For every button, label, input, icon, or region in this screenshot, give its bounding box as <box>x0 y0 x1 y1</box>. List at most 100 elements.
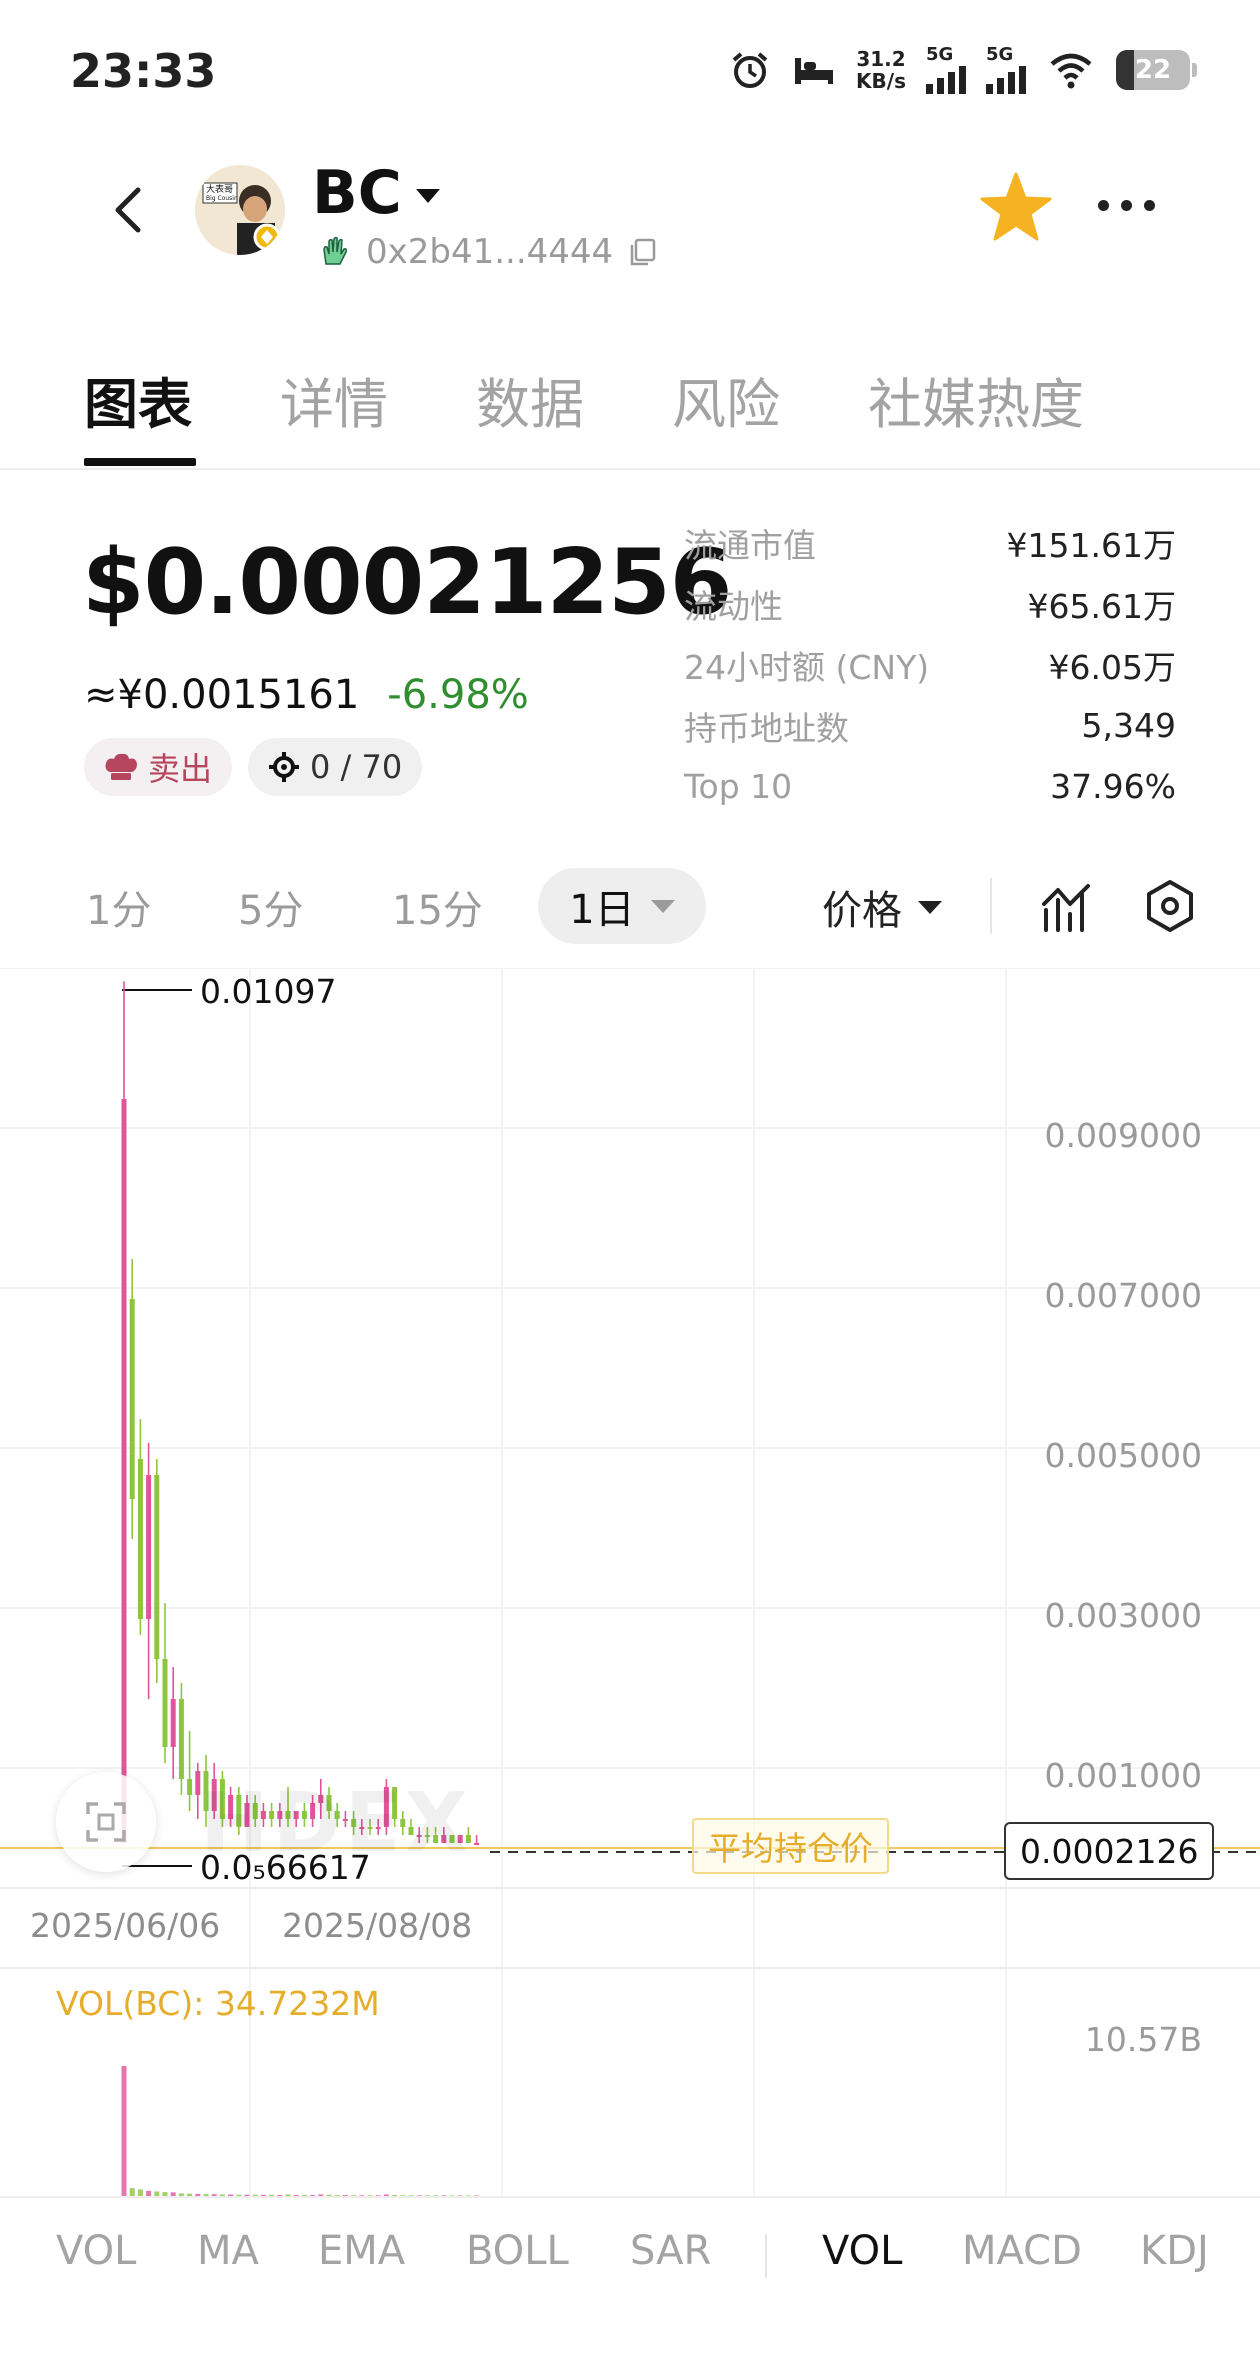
sub-indicator-vol[interactable]: VOL <box>822 2228 902 2274</box>
pill-row: 卖出 0 / 70 <box>84 738 423 796</box>
candle-body <box>474 1843 480 1845</box>
wifi-icon <box>1050 53 1092 89</box>
token-avatar[interactable]: 大表哥 Big Cousin <box>195 165 285 255</box>
net-speed-unit: KB/s <box>856 69 906 93</box>
count-label: 0 / 70 <box>310 748 403 786</box>
y-axis-label: 0.009000 <box>1044 1116 1202 1155</box>
price-type-selector[interactable]: 价格 <box>822 878 942 936</box>
stats-panel: 流通市值 ¥151.61万 流动性 ¥65.61万 24小时额 (CNY) ¥6.05… <box>684 512 1176 817</box>
token-address: 0x2b41...4444 <box>366 232 614 272</box>
signal-sim2: 5G <box>986 46 1026 94</box>
volume-axis-max: 10.57B <box>1084 2020 1202 2059</box>
indicator-sar[interactable]: SAR <box>630 2228 711 2274</box>
stat-label: 流动性 <box>684 586 783 626</box>
tab-chart[interactable]: 图表 <box>84 360 192 439</box>
stat-label: 持币地址数 <box>684 708 849 748</box>
indicator-ema[interactable]: EMA <box>318 2228 405 2274</box>
price-usd: $0.00021256 <box>82 530 732 635</box>
candle-body <box>187 1779 193 1795</box>
stat-value: 5,349 <box>1081 706 1176 745</box>
timeframe-selected-dropdown[interactable]: 1日 <box>538 868 706 944</box>
price-sub-row: ≈¥0.0015161 -6.98% <box>84 672 529 718</box>
stat-value: ¥65.61万 <box>1027 586 1176 626</box>
battery-icon: 22 <box>1116 50 1197 90</box>
volume-bar <box>121 2066 127 2196</box>
stat-label: 24小时额 (CNY) <box>684 647 930 687</box>
price-type-label: 价格 <box>822 888 902 934</box>
svg-text:大表哥: 大表哥 <box>206 183 233 195</box>
tab-social[interactable]: 社媒热度 <box>868 360 1084 439</box>
net-speed-value: 31.2 <box>856 47 906 71</box>
x-axis-label: 2025/06/06 <box>30 1906 221 1945</box>
tab-data[interactable]: 数据 <box>476 360 584 439</box>
sell-pill[interactable]: 卖出 <box>84 738 233 796</box>
chef-hat-icon <box>105 753 137 780</box>
svg-text:Big Cousin: Big Cousin <box>206 195 238 202</box>
stat-label: Top 10 <box>684 767 793 806</box>
y-axis-label: 0.007000 <box>1044 1276 1202 1315</box>
star-icon[interactable] <box>978 170 1054 246</box>
chevron-down-icon <box>650 899 675 913</box>
status-icons: 31.2 KB/s 5G 5G 22 <box>728 46 1197 94</box>
settings-hexagon-icon[interactable] <box>1142 878 1198 934</box>
price-chart[interactable]: 0.009000 0.007000 0.005000 0.003000 0.00… <box>0 968 1260 2198</box>
tab-risk[interactable]: 风险 <box>672 360 780 439</box>
indicator-ma[interactable]: MA <box>197 2228 259 2274</box>
stat-value: ¥6.05万 <box>1048 647 1176 687</box>
candle-body <box>137 1459 143 1619</box>
back-icon[interactable] <box>100 180 160 240</box>
candle-body <box>154 1475 160 1659</box>
status-time: 23:33 <box>70 44 217 98</box>
sell-label: 卖出 <box>148 750 213 788</box>
more-icon[interactable] <box>1098 190 1168 220</box>
y-axis-label: 0.003000 <box>1044 1596 1202 1635</box>
timeframe-1m[interactable]: 1分 <box>86 878 151 936</box>
y-axis-label: 0.005000 <box>1044 1436 1202 1475</box>
candle-body <box>162 1659 168 1747</box>
timeframe-bar: 1分 5分 15分 1日 价格 <box>0 860 1260 950</box>
indicator-chart-icon[interactable] <box>1040 880 1094 934</box>
net-speed: 31.2 KB/s <box>856 48 906 92</box>
y-axis-label: 0.001000 <box>1044 1756 1202 1795</box>
current-price-tag: 0.0002126 <box>1004 1822 1215 1880</box>
price-change: -6.98% <box>387 672 529 718</box>
token-name-selector[interactable]: BC <box>312 158 440 228</box>
tab-details[interactable]: 详情 <box>280 360 388 439</box>
candle-body <box>146 1475 152 1619</box>
dropdown-caret-icon <box>415 189 440 203</box>
active-tab-indicator <box>84 458 196 466</box>
candle-body <box>178 1699 184 1779</box>
timeframe-15m[interactable]: 15分 <box>392 878 483 936</box>
indicator-tabs: VOL MA EMA BOLL SAR VOL MACD KDJ <box>0 2196 1260 2306</box>
candle-body <box>121 1099 127 1843</box>
price-cny: ≈¥0.0015161 <box>84 672 360 718</box>
stat-label: 流通市值 <box>684 525 816 565</box>
indicator-vol[interactable]: VOL <box>56 2228 136 2274</box>
volume-label: VOL(BC): 34.7232M <box>56 1984 380 2023</box>
stat-row: 流通市值 ¥151.61万 <box>684 512 1176 573</box>
fullscreen-button[interactable] <box>56 1772 156 1872</box>
fullscreen-icon <box>86 1802 126 1842</box>
indicator-boll[interactable]: BOLL <box>466 2228 569 2274</box>
signal-bars-icon <box>986 64 1026 94</box>
timeframe-5m[interactable]: 5分 <box>238 878 303 936</box>
sim1-label: 5G <box>926 44 954 65</box>
signal-sim1: 5G <box>926 46 966 94</box>
signal-bars-icon <box>926 64 966 94</box>
target-icon <box>269 752 300 782</box>
copy-icon[interactable] <box>627 236 659 268</box>
stat-row: 持币地址数 5,349 <box>684 695 1176 756</box>
hand-icon <box>323 236 347 265</box>
chevron-down-icon <box>918 900 942 914</box>
candle-body <box>129 1299 135 1499</box>
alarm-icon <box>732 52 768 88</box>
sub-indicator-kdj[interactable]: KDJ <box>1140 2228 1209 2274</box>
candle-body <box>170 1699 176 1747</box>
stat-value: ¥151.61万 <box>1006 525 1176 565</box>
count-pill[interactable]: 0 / 70 <box>248 738 423 796</box>
sub-indicator-macd[interactable]: MACD <box>962 2228 1082 2274</box>
battery-level: 22 <box>1134 55 1172 85</box>
stat-row: 流动性 ¥65.61万 <box>684 573 1176 634</box>
sleep-bed-icon <box>795 58 834 84</box>
stat-row: 24小时额 (CNY) ¥6.05万 <box>684 634 1176 695</box>
